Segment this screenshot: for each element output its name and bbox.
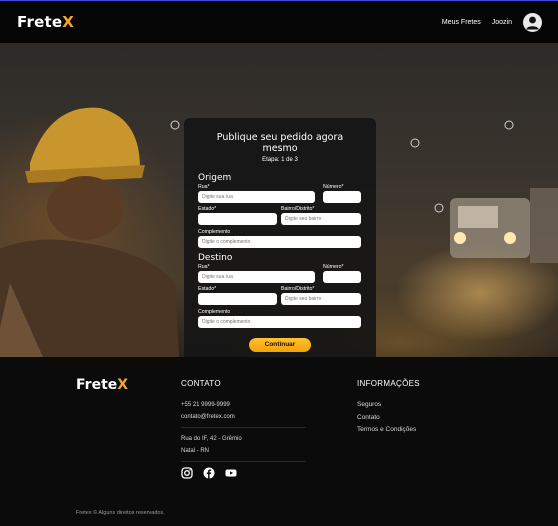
footer: FreteX CONTATO +55 21 9999-9999 contato@…: [0, 357, 558, 526]
footer-informacoes: INFORMAÇÕES Seguros Contato Termos e Con…: [357, 379, 477, 437]
footer-link-contato[interactable]: Contato: [357, 412, 477, 425]
user-avatar-icon[interactable]: [523, 12, 542, 32]
nav-right: Meus Fretes Joozin: [442, 12, 542, 32]
contato-heading: CONTATO: [181, 379, 221, 388]
map-pin-icon: [170, 120, 180, 130]
section-origem: Origem: [198, 173, 232, 183]
destino-bairro-input[interactable]: [281, 293, 361, 305]
contato-email[interactable]: contato@fretex.com: [181, 411, 306, 423]
origem-complemento-label: Complemento: [198, 229, 231, 235]
copyright: Fretex © Alguns direitos reservados.: [76, 510, 165, 516]
destino-rua-label: Rua*: [198, 264, 210, 270]
footer-divider: [181, 461, 306, 462]
address-line-1: Rua do IF, 42 - Grêmio: [181, 436, 242, 442]
origem-bairro-input[interactable]: [281, 213, 361, 225]
truck-illustration: [450, 188, 558, 263]
origem-estado-input[interactable]: [198, 213, 277, 225]
origem-bairro-label: Bairro/Distrito*: [281, 206, 315, 212]
logo[interactable]: FreteX: [17, 13, 74, 31]
user-name[interactable]: Joozin: [492, 19, 512, 26]
social-links: [181, 467, 306, 479]
informacoes-heading: INFORMAÇÕES: [357, 379, 420, 388]
origem-estado-label: Estado*: [198, 206, 217, 212]
youtube-icon[interactable]: [225, 467, 237, 479]
footer-link-termos[interactable]: Termos e Condições: [357, 424, 477, 437]
destino-complemento-input[interactable]: [198, 316, 361, 328]
footer-divider: [181, 427, 306, 428]
origem-complemento-input[interactable]: [198, 236, 361, 248]
map-pin-icon: [504, 120, 514, 130]
top-navbar: FreteX Meus Fretes Joozin: [0, 1, 558, 43]
destino-complemento-label: Complemento: [198, 309, 231, 315]
destino-bairro-label: Bairro/Distrito*: [281, 286, 315, 292]
destino-numero-input[interactable]: [323, 271, 361, 283]
map-pin-icon: [410, 138, 420, 148]
section-destino: Destino: [198, 253, 233, 263]
hero-section: Publique seu pedido agora mesmo Etapa: 1…: [0, 43, 558, 357]
worker-illustration: [0, 107, 180, 357]
freight-request-form: Publique seu pedido agora mesmo Etapa: 1…: [184, 118, 376, 357]
instagram-icon[interactable]: [181, 467, 193, 479]
origem-numero-input[interactable]: [323, 191, 361, 203]
destino-rua-input[interactable]: [198, 271, 315, 283]
footer-contato: CONTATO +55 21 9999-9999 contato@fretex.…: [181, 379, 306, 479]
form-step: Etapa: 1 de 3: [262, 157, 298, 163]
origem-rua-input[interactable]: [198, 191, 315, 203]
form-title: Publique seu pedido agora mesmo: [216, 132, 344, 154]
nav-meus-fretes[interactable]: Meus Fretes: [442, 19, 481, 26]
origem-numero-label: Número*: [323, 184, 344, 190]
destino-numero-label: Número*: [323, 264, 344, 270]
map-pin-icon: [434, 203, 444, 213]
footer-logo[interactable]: FreteX: [76, 377, 128, 393]
contato-phone: +55 21 9999-9999: [181, 402, 230, 408]
continuar-button[interactable]: Continuar: [249, 338, 311, 352]
destino-estado-input[interactable]: [198, 293, 277, 305]
destino-estado-label: Estado*: [198, 286, 217, 292]
facebook-icon[interactable]: [203, 467, 215, 479]
origem-rua-label: Rua*: [198, 184, 210, 190]
footer-link-seguros[interactable]: Seguros: [357, 399, 477, 412]
address-line-2: Natal - RN: [181, 448, 210, 454]
